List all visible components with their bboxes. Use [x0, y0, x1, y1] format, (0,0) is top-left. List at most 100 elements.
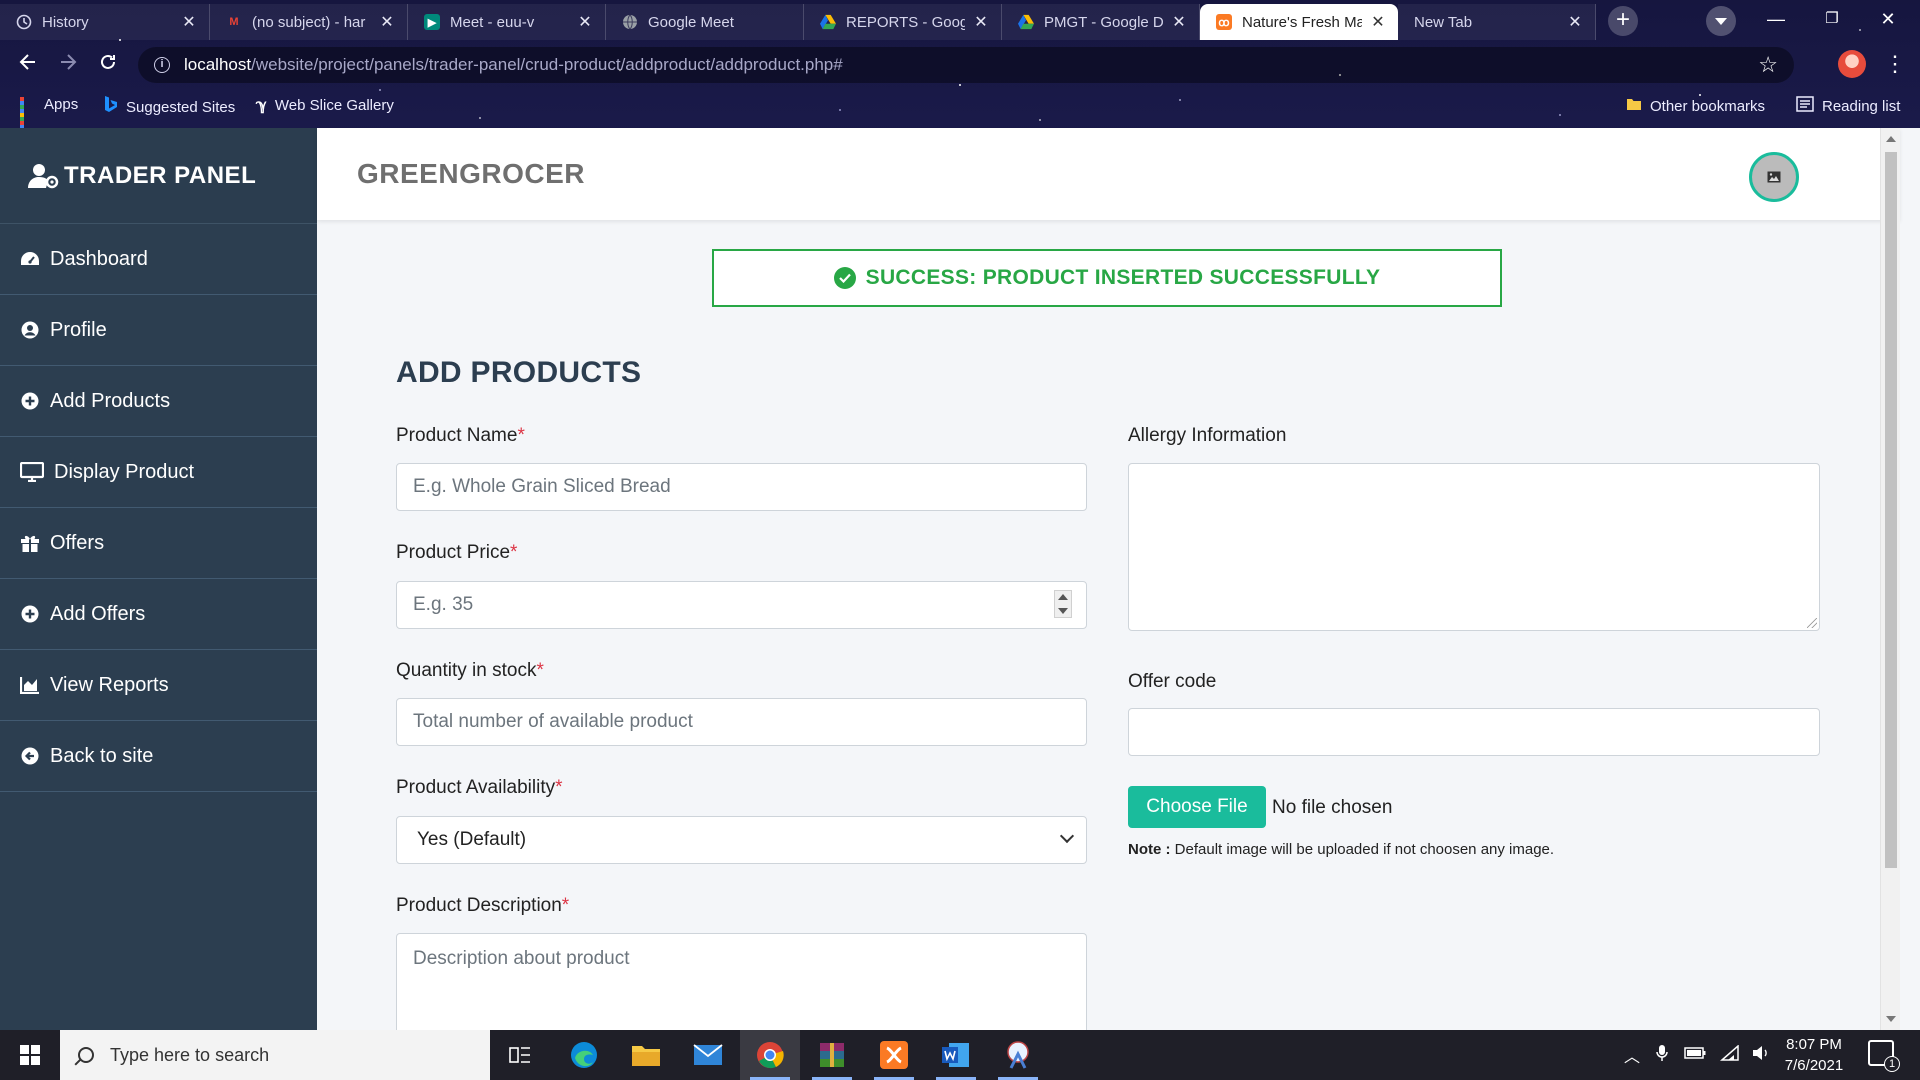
tab-meet[interactable]: ▶ Meet - euu-v ✕	[408, 4, 606, 40]
bookmark-suggested-sites[interactable]: Suggested Sites	[104, 96, 235, 118]
taskbar-xampp[interactable]	[864, 1030, 924, 1080]
word-icon	[942, 1043, 969, 1067]
taskbar-mail[interactable]	[678, 1030, 738, 1080]
taskbar-winrar[interactable]	[802, 1030, 862, 1080]
reload-button[interactable]	[88, 45, 128, 85]
bookmark-label: Other bookmarks	[1650, 97, 1766, 115]
tab-title: History	[42, 13, 89, 31]
spin-up-icon[interactable]	[1058, 594, 1068, 600]
scroll-down-icon[interactable]	[1886, 1016, 1896, 1022]
url-path: /website/project/panels/trader-panel/cru…	[251, 55, 843, 74]
tab-gmail[interactable]: M (no subject) - har ✕	[210, 4, 408, 40]
taskbar-snipping-tool[interactable]	[988, 1030, 1048, 1080]
tab-new-tab[interactable]: New Tab ✕	[1398, 4, 1596, 40]
taskbar-word[interactable]	[926, 1030, 986, 1080]
taskbar-edge[interactable]	[554, 1030, 614, 1080]
allergy-textarea[interactable]	[1128, 463, 1820, 631]
description-label: Product Description*	[396, 895, 569, 917]
placeholder-text: E.g. Whole Grain Sliced Bread	[413, 476, 671, 497]
sidebar-item-back-to-site[interactable]: Back to site	[0, 721, 317, 792]
file-status: No file chosen	[1272, 797, 1393, 818]
bookmark-apps[interactable]: Apps	[20, 96, 78, 133]
meet-icon: ▶	[424, 14, 440, 30]
availability-select[interactable]: Yes (Default)	[396, 816, 1087, 864]
scroll-thumb[interactable]	[1885, 152, 1897, 868]
tab-history[interactable]: History ✕	[0, 4, 210, 40]
number-spinner[interactable]	[1054, 590, 1072, 618]
image-note: Note : Default image will be uploaded if…	[1128, 841, 1554, 858]
sidebar-item-display-product[interactable]: Display Product	[0, 437, 317, 508]
bookmark-star-icon[interactable]: ☆	[1758, 52, 1778, 78]
window-close-button[interactable]: ✕	[1860, 0, 1916, 40]
sidebar-item-add-products[interactable]: Add Products	[0, 366, 317, 437]
battery-icon[interactable]	[1684, 1046, 1706, 1064]
sidebar-item-offers[interactable]: Offers	[0, 508, 317, 579]
new-tab-button[interactable]: +	[1608, 6, 1638, 36]
forward-button[interactable]	[48, 45, 88, 85]
bookmark-web-slice[interactable]: ℽ Web Slice Gallery	[256, 96, 394, 115]
tab-search-button[interactable]	[1706, 6, 1736, 36]
sidebar-item-dashboard[interactable]: Dashboard	[0, 224, 317, 295]
taskbar-search[interactable]: Type here to search	[60, 1030, 490, 1080]
product-price-input[interactable]: E.g. 35	[396, 581, 1087, 629]
tab-google-meet[interactable]: Google Meet	[606, 4, 804, 40]
wifi-icon[interactable]	[1720, 1043, 1740, 1066]
close-icon[interactable]: ✕	[575, 12, 595, 32]
plus-circle-icon	[20, 604, 40, 624]
page-scrollbar[interactable]	[1880, 128, 1900, 1030]
sidebar-item-label: Dashboard	[50, 247, 148, 270]
product-name-label: Product Name*	[396, 425, 525, 447]
taskbar-chrome[interactable]	[740, 1030, 800, 1080]
close-icon[interactable]: ✕	[1169, 12, 1189, 32]
sidebar-item-add-offers[interactable]: Add Offers	[0, 579, 317, 650]
scroll-up-icon[interactable]	[1886, 136, 1896, 142]
close-icon[interactable]: ✕	[1565, 12, 1585, 32]
sidebar-item-view-reports[interactable]: View Reports	[0, 650, 317, 721]
close-icon[interactable]: ✕	[179, 12, 199, 32]
taskbar-file-explorer[interactable]	[616, 1030, 676, 1080]
task-view-button[interactable]	[490, 1030, 550, 1080]
close-icon[interactable]: ✕	[1368, 12, 1388, 32]
tab-title: Nature's Fresh Ma	[1242, 13, 1362, 31]
site-info-icon[interactable]: i	[154, 57, 170, 73]
choose-file-button[interactable]: Choose File	[1128, 786, 1266, 828]
bookmark-other[interactable]: Other bookmarks	[1626, 96, 1765, 116]
sidebar-item-profile[interactable]: Profile	[0, 295, 317, 366]
chevron-up-icon[interactable]: ︿	[1624, 1043, 1640, 1067]
close-icon[interactable]: ✕	[377, 12, 397, 32]
restore-button[interactable]: ❐	[1804, 0, 1860, 40]
tab-strip: History ✕ M (no subject) - har ✕ ▶ Meet …	[0, 0, 1920, 40]
tab-natures-fresh[interactable]: ꝏ Nature's Fresh Ma ✕	[1200, 4, 1398, 40]
site-title[interactable]: GREENGROCER	[357, 158, 585, 190]
chrome-profile-avatar[interactable]	[1838, 50, 1866, 78]
minimize-button[interactable]: —	[1748, 0, 1804, 40]
product-name-input[interactable]: E.g. Whole Grain Sliced Bread	[396, 463, 1087, 511]
start-button[interactable]	[0, 1030, 60, 1080]
close-icon[interactable]: ✕	[971, 12, 991, 32]
reading-list[interactable]: Reading list	[1796, 96, 1900, 116]
brand-label: TRADER PANEL	[64, 161, 257, 189]
resize-grip-icon[interactable]	[1807, 618, 1817, 628]
globe-icon	[622, 14, 638, 30]
address-bar[interactable]: i localhost/website/project/panels/trade…	[138, 47, 1794, 83]
label-text: Product Price	[396, 542, 511, 563]
required-marker: *	[561, 895, 570, 916]
bookmark-label: Web Slice Gallery	[274, 96, 394, 114]
description-textarea[interactable]: Description about product	[396, 933, 1087, 1030]
user-avatar[interactable]	[1749, 152, 1799, 202]
user-cog-icon	[28, 163, 59, 188]
spin-down-icon[interactable]	[1058, 608, 1068, 614]
back-button[interactable]	[8, 45, 48, 85]
notification-center-icon[interactable]: 1	[1868, 1040, 1900, 1072]
sidebar-item-label: Profile	[50, 318, 107, 341]
tab-pmgt[interactable]: PMGT - Google D ✕	[1002, 4, 1200, 40]
tab-reports[interactable]: REPORTS - Googl ✕	[804, 4, 1002, 40]
quantity-input[interactable]: Total number of available product	[396, 698, 1087, 746]
microphone-icon[interactable]	[1656, 1044, 1668, 1067]
snipping-tool-icon	[1007, 1041, 1029, 1069]
product-price-label: Product Price*	[396, 542, 517, 564]
chrome-menu-icon[interactable]: ⋮	[1884, 50, 1906, 78]
taskbar-clock[interactable]: 8:07 PM 7/6/2021	[1764, 1034, 1864, 1076]
offer-code-input[interactable]	[1128, 708, 1820, 756]
sidebar-brand[interactable]: TRADER PANEL	[0, 128, 317, 224]
